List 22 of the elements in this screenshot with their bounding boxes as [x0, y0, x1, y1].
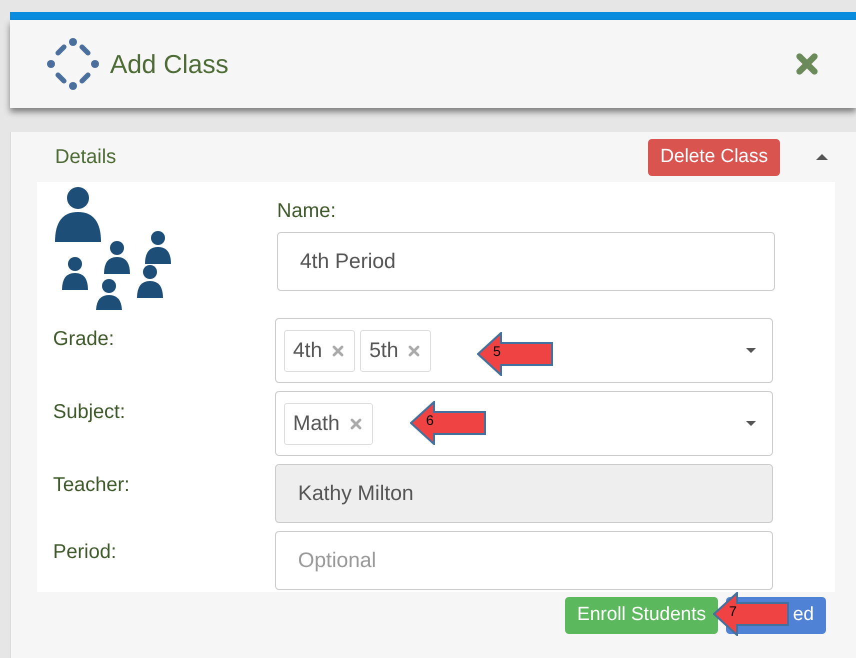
- tag-label: Math: [293, 410, 340, 437]
- field-label: Period:: [53, 541, 116, 563]
- text-field[interactable]: 4th Period: [277, 232, 775, 291]
- remove-icon[interactable]: [348, 416, 364, 432]
- field-label: Teacher:: [53, 474, 130, 496]
- field-label: Name:: [277, 199, 337, 224]
- collapse-caret-icon[interactable]: [816, 154, 828, 160]
- remove-icon[interactable]: [406, 342, 422, 358]
- callout-arrow: 7: [713, 592, 789, 636]
- field-label: Grade:: [53, 328, 114, 350]
- text-field[interactable]: Optional: [275, 531, 773, 590]
- remove-icon[interactable]: [330, 342, 346, 358]
- field-label: Subject:: [53, 401, 126, 423]
- callout-arrow: 5: [477, 332, 553, 376]
- dialog-title: Add Class: [110, 48, 228, 80]
- tag-label: 4th: [293, 338, 322, 364]
- dropdown-caret-icon: [746, 421, 756, 426]
- callout-arrow: 6: [410, 401, 486, 445]
- section-title: Details: [55, 145, 116, 170]
- tag-label: 5th: [369, 338, 398, 364]
- dropdown-caret-icon: [746, 348, 756, 353]
- delete-class-button[interactable]: Delete Class: [648, 138, 780, 176]
